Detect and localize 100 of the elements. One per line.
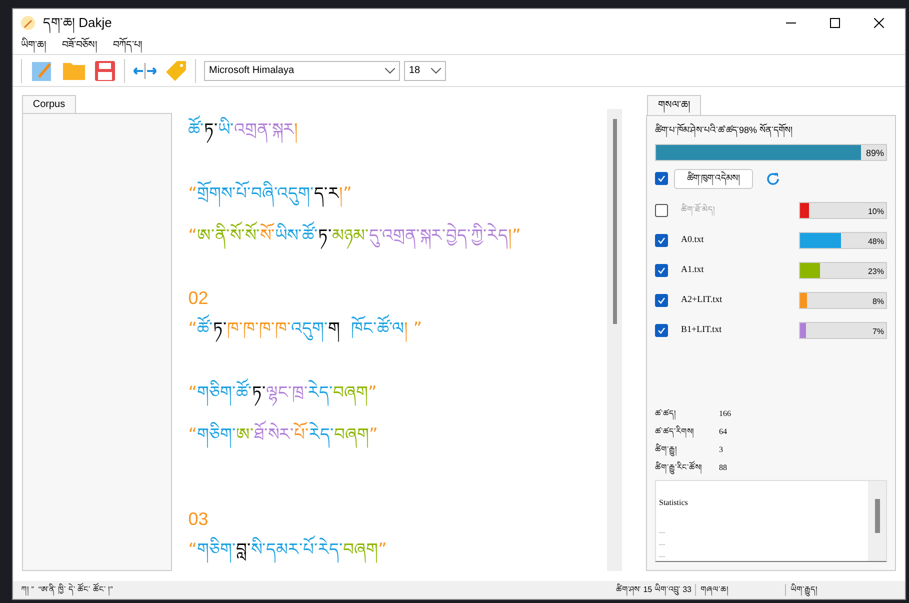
text-run: ”: [368, 382, 377, 405]
stat-value: 3: [719, 444, 723, 456]
text-run: རེད་: [309, 414, 334, 456]
size-dropdown[interactable]: 18: [404, 60, 446, 80]
status-text: ཀ། ” “ཨ་ནི་ ཁྱི་ དེ་ ཚོང་ ཚོང་ །”: [21, 584, 114, 596]
level-reading: 23%: [868, 266, 884, 278]
checkbox[interactable]: [655, 172, 668, 185]
text-run: ”: [378, 538, 387, 562]
text-run: །”: [508, 214, 521, 257]
text-run: འགྲན་སྐར: [234, 109, 294, 151]
pencil-icon: [21, 16, 35, 30]
text-run: །: [294, 109, 298, 151]
window-title: དག་ཆ། Dakje: [43, 13, 112, 33]
menu-item[interactable]: བཀོད་པ།: [113, 38, 142, 53]
checkbox[interactable]: [655, 204, 668, 216]
text-run: བཞག: [343, 528, 378, 571]
statistics-line: Statistics: [659, 497, 688, 509]
stat-value: 166: [719, 408, 731, 420]
save-icon[interactable]: [94, 60, 116, 82]
check-icon: [657, 326, 666, 334]
scrollbar[interactable]: [868, 481, 886, 561]
text-run: ཏ་: [213, 308, 228, 350]
text-run: ཨ་: [236, 424, 254, 447]
text-run: “: [188, 382, 198, 405]
list-name: B1+LIT.txt: [681, 323, 723, 336]
text-run: ལྷང་ཁྲ་: [266, 372, 308, 414]
text-run: མཉམ་: [332, 214, 370, 257]
text-run: “: [188, 182, 198, 206]
text-run: “: [188, 538, 198, 562]
text-run: ཁ་ཁ་ཁ་ཁ་: [227, 318, 292, 342]
text-run: དུ་འགྲན་སྐར་བྱེད་ཀྱི་རེད: [369, 214, 508, 257]
scrollbar[interactable]: [607, 109, 622, 571]
cursor-position: ཚིག་ཤས་ 15 ཡིག་འབྲུ་ 33: [616, 584, 692, 596]
panel-tab[interactable]: གསལ་ཆ།: [647, 95, 701, 115]
mode-label: གཞལ་ཆ།: [695, 584, 786, 596]
select-list-button[interactable]: ཚིག་ཁུག་འདེམས།: [674, 168, 753, 188]
text-run: ད་ར: [314, 172, 340, 215]
checkbox[interactable]: [655, 294, 668, 306]
text-run: གཅིག་: [197, 414, 236, 456]
text-run: ཏ་: [252, 372, 266, 414]
scrollbar-thumb[interactable]: [874, 499, 880, 533]
list-name: A0.txt: [681, 233, 705, 246]
level-reading: 8%: [872, 296, 884, 308]
checkbox[interactable]: [655, 324, 668, 336]
menu-item[interactable]: བཟོ་བཅོས།: [62, 38, 97, 53]
statistics-line: ...: [659, 525, 665, 537]
text-run: །”: [339, 172, 352, 215]
text-run: ཁོང་ཚོ་ལ: [350, 308, 404, 350]
text-run: ག: [328, 308, 351, 350]
text-run: “: [188, 318, 198, 342]
text-run: ཚོ་: [188, 109, 204, 151]
text-run: ཚོ་: [197, 308, 214, 350]
section-number: 02: [188, 288, 208, 308]
scrollbar-thumb[interactable]: [612, 119, 617, 324]
text-run: སོ་: [260, 214, 276, 257]
section-number: 03: [188, 508, 208, 529]
level-reading: 48%: [868, 236, 884, 248]
check-icon: [657, 174, 666, 183]
text-run: ཐོ་སེར་: [254, 414, 294, 456]
stat-label: ཚིག་རྒྱུ།: [655, 444, 719, 456]
level-reading: 7%: [872, 326, 884, 338]
text-run: ”: [369, 424, 378, 447]
text-run: བཞག: [334, 414, 370, 456]
text-run: འདུག་: [291, 308, 328, 350]
corpus-tab[interactable]: Corpus: [22, 95, 76, 113]
text-run: པོ་: [294, 414, 310, 456]
level-reading: 10%: [868, 206, 884, 218]
statistics-line: ...: [659, 549, 665, 561]
stat-label: ཚིག་རྒྱུ་རིང་ཚོས།: [655, 462, 719, 474]
text-run: བཞག: [333, 372, 368, 414]
stat-value: 64: [719, 426, 727, 438]
list-name: ཚིག་ཐོ་མེད།: [681, 204, 716, 216]
check-icon: [657, 236, 666, 244]
chevron-icon: [385, 68, 395, 74]
text-run: གཅིག་ཚོ་: [197, 372, 252, 414]
maximize-icon: [830, 18, 840, 28]
encoding-label: ཡིག་རྒྱུད།: [785, 584, 822, 596]
split-arrows-icon[interactable]: [133, 62, 157, 78]
text-run: ཡི་: [218, 109, 234, 151]
text-run: གཅིག་: [197, 528, 236, 571]
text-run: ཨ་ནི་སོ་སོ་: [197, 214, 260, 257]
chevron-icon: [431, 68, 441, 74]
text-run: སི་དམར་པོ་རེད་: [251, 528, 344, 571]
text-run: “: [188, 424, 198, 447]
menu-item[interactable]: ཡིག་ཆ།: [21, 38, 46, 53]
text-run: རེད་: [308, 372, 334, 414]
refresh-icon[interactable]: [765, 170, 781, 186]
list-name: A2+LIT.txt: [681, 293, 724, 306]
checkbox[interactable]: [655, 234, 668, 246]
text-run: བླ་: [236, 538, 252, 562]
text-run: ཏ་: [318, 214, 332, 257]
stat-label: ཚ་ཚད།: [655, 408, 677, 420]
text-run: ། ”: [404, 308, 422, 350]
statistics-line: ...: [659, 537, 665, 549]
font-dropdown[interactable]: Microsoft Himalaya: [204, 60, 400, 80]
check-icon: [657, 296, 666, 304]
checkbox[interactable]: [655, 264, 668, 276]
check-icon: [657, 266, 666, 274]
list-name: A1.txt: [681, 263, 705, 276]
coverage-reading: 89%: [866, 146, 884, 160]
